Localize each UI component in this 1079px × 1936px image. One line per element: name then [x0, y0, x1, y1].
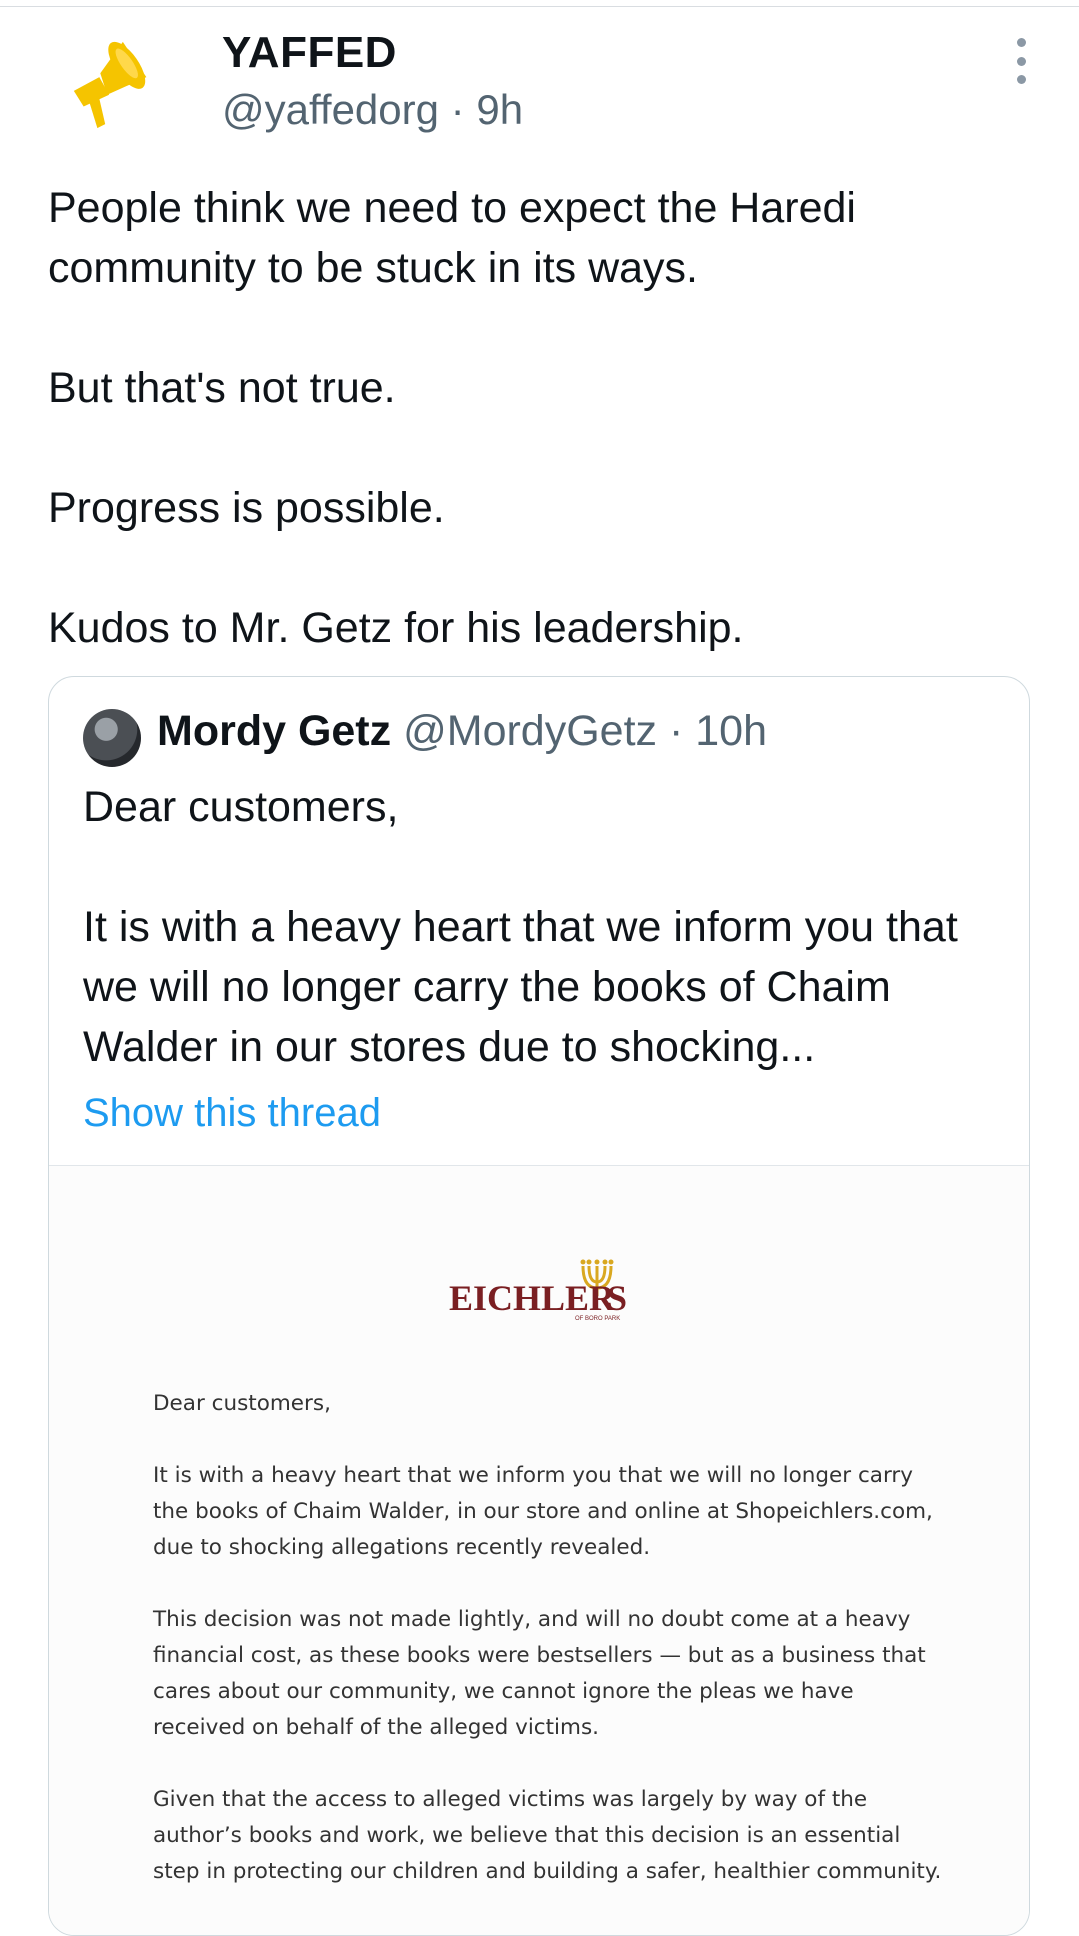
more-vertical-icon: [1016, 38, 1026, 47]
show-thread-link[interactable]: Show this thread: [83, 1091, 381, 1136]
eichlers-logo: EICHLER S OF BORO PARK: [449, 1259, 627, 1322]
logo-subtitle: OF BORO PARK: [575, 1316, 620, 1322]
tweet-paragraph: People think we need to expect the Hared…: [48, 184, 856, 292]
tweet-paragraph: Progress is possible.: [48, 484, 445, 532]
megaphone-icon[interactable]: [66, 34, 164, 132]
meta-separator: ·: [450, 86, 465, 133]
quoted-paragraph: Dear customers,: [83, 783, 399, 831]
quoted-author-handle[interactable]: @MordyGetz: [403, 707, 657, 755]
author-meta: @yaffedorg · 9h: [222, 86, 523, 134]
author-name[interactable]: YAFFED: [222, 28, 397, 78]
logo-tail: S: [607, 1278, 627, 1318]
letter-text: Dear customers, It is with a heavy heart…: [153, 1386, 943, 1926]
avatar[interactable]: [83, 709, 141, 767]
quoted-paragraph: It is with a heavy heart that we inform …: [83, 903, 958, 1071]
quoted-tweet-card[interactable]: Mordy Getz @MordyGetz · 10h Dear custome…: [48, 676, 1030, 1936]
tweet-time[interactable]: 9h: [476, 86, 523, 133]
letter-paragraph: It is with a heavy heart that we inform …: [153, 1463, 933, 1560]
tweet-paragraph: But that's not true.: [48, 364, 396, 412]
quoted-tweet-image[interactable]: EICHLER S OF BORO PARK Dear customers, I…: [49, 1165, 1029, 1935]
quoted-tweet-header: Mordy Getz @MordyGetz · 10h: [157, 707, 767, 756]
meta-separator: ·: [668, 707, 684, 755]
logo-text: EICHLER: [449, 1278, 616, 1318]
quoted-tweet-time[interactable]: 10h: [695, 707, 767, 755]
letter-paragraph: Dear customers,: [153, 1391, 331, 1416]
letter-paragraph: This decision was not made lightly, and …: [153, 1607, 926, 1740]
quoted-tweet-text: Dear customers, It is with a heavy heart…: [83, 777, 1003, 1077]
author-handle[interactable]: @yaffedorg: [222, 86, 439, 133]
quoted-author-name[interactable]: Mordy Getz: [157, 707, 391, 755]
letter-paragraph: Given that the access to alleged victims…: [153, 1787, 942, 1884]
tweet-paragraph: Kudos to Mr. Getz for his leadership.: [48, 604, 744, 652]
more-options-button[interactable]: [1006, 38, 1036, 84]
top-divider: [0, 6, 1079, 7]
tweet-text: People think we need to expect the Hared…: [48, 178, 1028, 658]
